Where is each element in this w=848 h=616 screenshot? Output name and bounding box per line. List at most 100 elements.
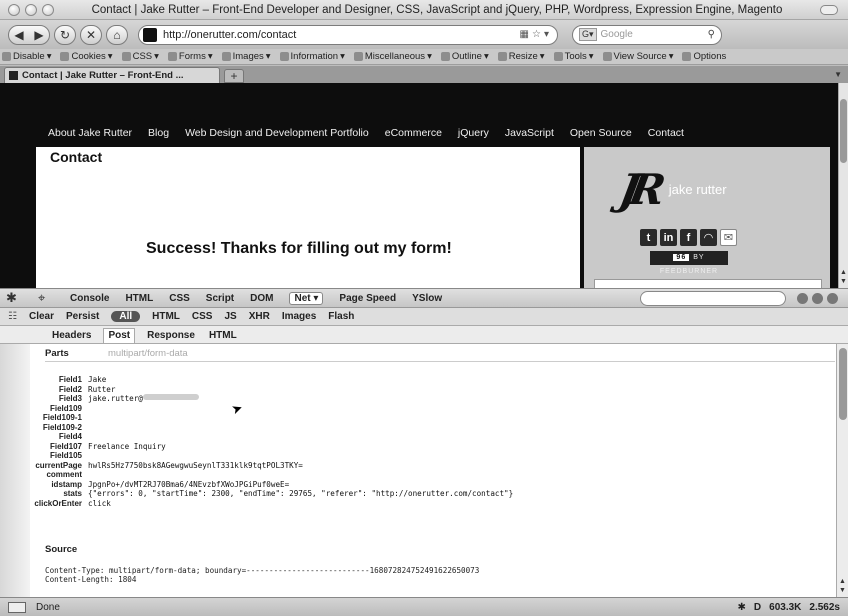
devbar-cookies[interactable]: Cookies ▾ <box>60 51 113 62</box>
firebug-tab-css[interactable]: CSS <box>169 293 190 304</box>
site-nav-portfolio[interactable]: Web Design and Development Portfolio <box>185 127 369 139</box>
devbar-outline[interactable]: Outline ▾ <box>440 51 489 62</box>
status-toggle-icon[interactable] <box>8 601 26 613</box>
net-filter-css[interactable]: CSS <box>192 311 213 322</box>
home-icon: ⌂ <box>113 27 121 42</box>
url-text[interactable]: http://onerutter.com/contact <box>163 29 520 41</box>
firebug-minimize-icon[interactable] <box>797 293 808 304</box>
panel-scrollbar-thumb[interactable] <box>839 348 847 420</box>
address-bar[interactable]: http://onerutter.com/contact ▦ ☆ ▾ <box>138 24 558 45</box>
forward-arrow-icon[interactable]: ▶ <box>34 28 43 42</box>
devbar-forms[interactable]: Forms ▾ <box>167 51 213 62</box>
site-nav-blog[interactable]: Blog <box>148 127 169 139</box>
email-icon[interactable]: ✉ <box>720 229 737 246</box>
devbar-view-source[interactable]: View Source ▾ <box>602 51 673 62</box>
reload-button[interactable]: ↻ <box>54 24 76 45</box>
devbar-tools[interactable]: Tools ▾ <box>553 51 594 62</box>
site-nav-javascript[interactable]: JavaScript <box>505 127 554 139</box>
post-field-row: currentPage hwlRs5Hz7750bsk8AGewgwuSeynlT… <box>30 461 513 471</box>
search-engine-icon[interactable]: G▾ <box>579 28 597 41</box>
net-filter-js[interactable]: JS <box>224 311 236 322</box>
site-nav-jquery[interactable]: jQuery <box>458 127 489 139</box>
devbar-images[interactable]: Images ▾ <box>221 51 271 62</box>
net-filter-xhr[interactable]: XHR <box>249 311 270 322</box>
site-nav-open-source[interactable]: Open Source <box>570 127 632 139</box>
firebug-search-input[interactable] <box>640 291 786 306</box>
panel-scroll-down-icon[interactable]: ▼ <box>839 587 846 594</box>
firebug-tab-net[interactable]: Net ▾ <box>289 291 324 305</box>
page-scrollbar-thumb[interactable] <box>840 99 847 163</box>
css-icon <box>121 52 131 61</box>
page-size: 603.3K <box>769 601 802 613</box>
subtab-headers[interactable]: Headers <box>50 330 93 343</box>
tab-list-icon[interactable]: ▼ <box>834 67 842 83</box>
firebug-tab-html[interactable]: HTML <box>125 293 153 304</box>
firebug-toolbar: ✱ ⌖ Console HTML CSS Script DOM Net ▾ Pa… <box>0 288 848 308</box>
source-line: Content-Type: multipart/form-data; bound… <box>45 566 480 575</box>
stop-button[interactable]: ✕ <box>80 24 102 45</box>
close-window-button[interactable] <box>8 3 20 16</box>
site-nav-contact[interactable]: Contact <box>648 127 684 139</box>
site-nav-ecommerce[interactable]: eCommerce <box>385 127 442 139</box>
devbar-options[interactable]: Options <box>682 51 726 62</box>
firebug-tab-dom[interactable]: DOM <box>250 293 273 304</box>
firebug-tab-page-speed[interactable]: Page Speed <box>339 293 396 304</box>
home-button[interactable]: ⌂ <box>106 24 128 45</box>
devbar-miscellaneous[interactable]: Miscellaneous ▾ <box>353 51 432 62</box>
navigation-toolbar: ◀ ▶ ↻ ✕ ⌂ http://onerutter.com/contact ▦… <box>0 20 848 49</box>
view-source-icon <box>602 52 612 61</box>
firebug-status-icon[interactable]: ✱ <box>738 602 746 613</box>
firebug-detach-icon[interactable] <box>812 293 823 304</box>
options-icon <box>682 52 692 61</box>
devbar-resize[interactable]: Resize ▾ <box>497 51 545 62</box>
net-persist-button[interactable]: Persist <box>66 311 99 322</box>
url-dropdown-icon[interactable]: ▾ <box>544 29 549 40</box>
firebug-icon[interactable]: ✱ <box>6 291 22 305</box>
back-forward-buttons[interactable]: ◀ ▶ <box>8 24 50 45</box>
net-filter-images[interactable]: Images <box>282 311 316 322</box>
inspect-icon[interactable]: ⌖ <box>38 291 54 305</box>
site-logo[interactable]: JR jake rutter <box>616 165 727 214</box>
devbar-disable[interactable]: Disable ▾ <box>2 51 51 62</box>
post-field-row: Field107 Freelance Inquiry <box>30 442 513 452</box>
rss-icon[interactable]: ◠ <box>700 229 717 246</box>
net-clear-button[interactable]: Clear <box>29 311 54 322</box>
field-name: Field2 <box>58 384 82 394</box>
scroll-up-icon[interactable]: ▲ <box>840 269 847 276</box>
toolbar-toggle-button[interactable] <box>820 4 838 15</box>
tab-contact[interactable]: Contact | Jake Rutter – Front-End ... <box>4 67 220 83</box>
feed-icon[interactable]: ▦ <box>520 29 529 40</box>
net-panel-icon[interactable]: ☷ <box>8 311 17 322</box>
firebug-tab-console[interactable]: Console <box>70 293 109 304</box>
bookmark-star-icon[interactable]: ☆ <box>532 29 541 40</box>
search-input[interactable]: Google <box>601 29 633 40</box>
page-scrollbar[interactable]: ▲ ▼ <box>838 83 848 288</box>
scroll-down-icon[interactable]: ▼ <box>840 278 847 285</box>
firebug-tab-yslow[interactable]: YSlow <box>412 293 442 304</box>
subtab-post[interactable]: Post <box>103 328 136 343</box>
firebug-tab-script[interactable]: Script <box>206 293 234 304</box>
devbar-css[interactable]: CSS ▾ <box>121 51 159 62</box>
net-filter-flash[interactable]: Flash <box>328 311 354 322</box>
linkedin-icon[interactable]: in <box>660 229 677 246</box>
facebook-icon[interactable]: f <box>680 229 697 246</box>
search-box[interactable]: G▾ Google ⚲ <box>572 24 722 45</box>
twitter-icon[interactable]: t <box>640 229 657 246</box>
firebug-close-icon[interactable] <box>827 293 838 304</box>
subtab-response[interactable]: Response <box>145 330 197 343</box>
minimize-window-button[interactable] <box>25 3 37 16</box>
feedburner-counter[interactable]: 96 BY FEEDBURNER <box>650 251 728 275</box>
panel-scrollbar[interactable]: ▲ ▼ <box>836 344 848 597</box>
new-tab-button[interactable]: + <box>224 69 244 83</box>
tab-favicon-icon <box>9 71 18 80</box>
subtab-html[interactable]: HTML <box>207 330 239 343</box>
back-arrow-icon[interactable]: ◀ <box>14 28 23 42</box>
zoom-window-button[interactable] <box>42 3 54 16</box>
net-filter-html[interactable]: HTML <box>152 311 180 322</box>
panel-scroll-up-icon[interactable]: ▲ <box>839 578 846 585</box>
net-filter-all[interactable]: All <box>111 311 141 322</box>
devbar-information[interactable]: Information ▾ <box>279 51 345 62</box>
search-icon[interactable]: ⚲ <box>708 29 715 40</box>
sidebar-search-field[interactable] <box>594 279 822 288</box>
site-nav-about[interactable]: About Jake Rutter <box>48 127 132 139</box>
